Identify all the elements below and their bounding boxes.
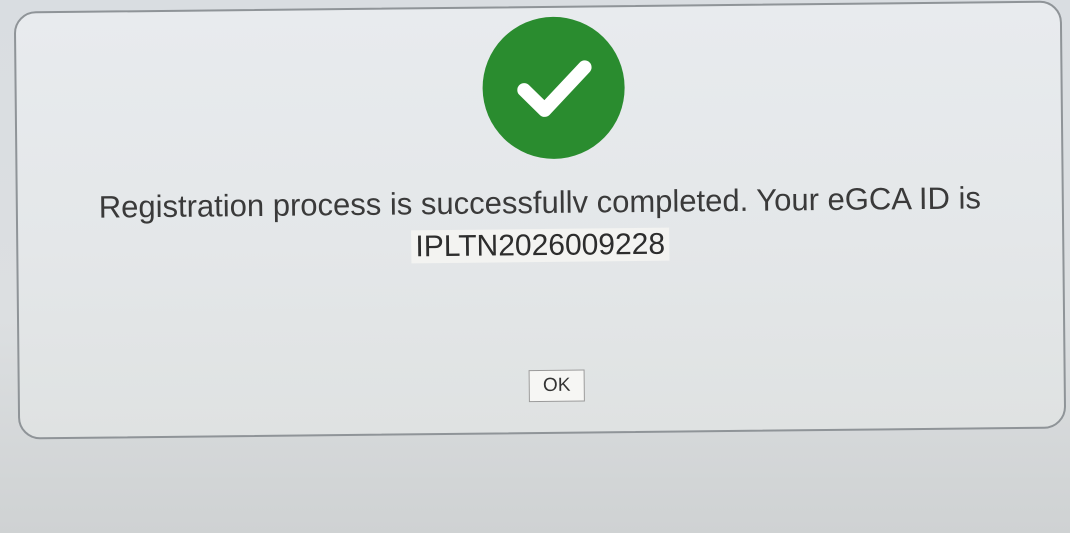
checkmark-icon: [517, 60, 592, 117]
check-circle-icon: [481, 16, 626, 160]
egca-id-value: IPLTN2026009228: [18, 223, 1062, 270]
registration-success-dialog: Registration process is successfullv com…: [13, 0, 1067, 440]
ok-button[interactable]: OK: [528, 369, 585, 403]
success-message: Registration process is successfullv com…: [98, 180, 982, 225]
egca-id-text: IPLTN2026009228: [411, 227, 670, 264]
